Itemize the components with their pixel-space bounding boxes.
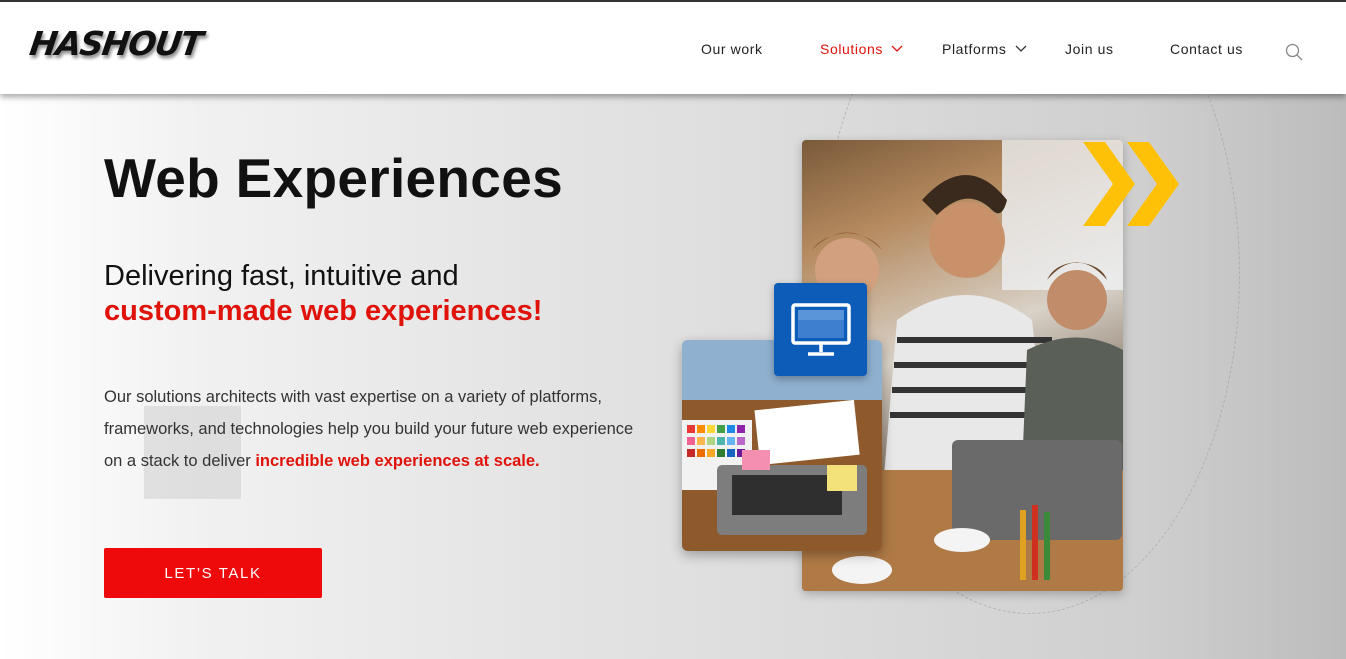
hero-subtitle: Delivering fast, intuitive and [104, 260, 459, 292]
hero-subtitle-highlight: custom-made web experiences! [104, 295, 543, 327]
hero-title: Web Experiences [104, 147, 563, 209]
hero-description-line: frameworks, and technologies help you bu… [104, 420, 634, 438]
hero-description-highlight: incredible web experiences at scale. [255, 452, 540, 470]
nav-platforms-label: Platforms [942, 41, 1007, 57]
monitor-badge [774, 283, 867, 376]
nav-solutions-label: Solutions [820, 41, 883, 57]
double-chevron-right-icon [1083, 142, 1179, 226]
hero-section: Web Experiences Delivering fast, intuiti… [0, 94, 1346, 659]
nav-join-us[interactable]: Join us [1065, 41, 1114, 57]
nav-our-work[interactable]: Our work [701, 41, 763, 57]
search-icon[interactable] [1285, 43, 1303, 61]
lets-talk-button[interactable]: LET’S TALK [104, 548, 322, 598]
nav-our-work-label: Our work [701, 41, 763, 57]
hero-description-line: on a stack to deliver incredible web exp… [104, 445, 664, 477]
hero-description: Our solutions architects with vast exper… [104, 381, 664, 477]
monitor-icon [790, 302, 851, 356]
nav-solutions[interactable]: Solutions [820, 41, 903, 57]
nav-join-us-label: Join us [1065, 41, 1114, 57]
chevron-down-icon [891, 45, 903, 52]
nav-contact-us[interactable]: Contact us [1170, 41, 1243, 57]
nav-platforms[interactable]: Platforms [942, 41, 1027, 57]
hero-description-line: Our solutions architects with vast exper… [104, 388, 602, 406]
nav-contact-us-label: Contact us [1170, 41, 1243, 57]
hashout-logo[interactable]: HASHOUT [27, 24, 204, 63]
site-header: HASHOUT Our work Solutions Platforms Joi… [0, 0, 1346, 94]
hero-description-text: on a stack to deliver [104, 452, 256, 470]
chevron-down-icon [1015, 45, 1026, 52]
